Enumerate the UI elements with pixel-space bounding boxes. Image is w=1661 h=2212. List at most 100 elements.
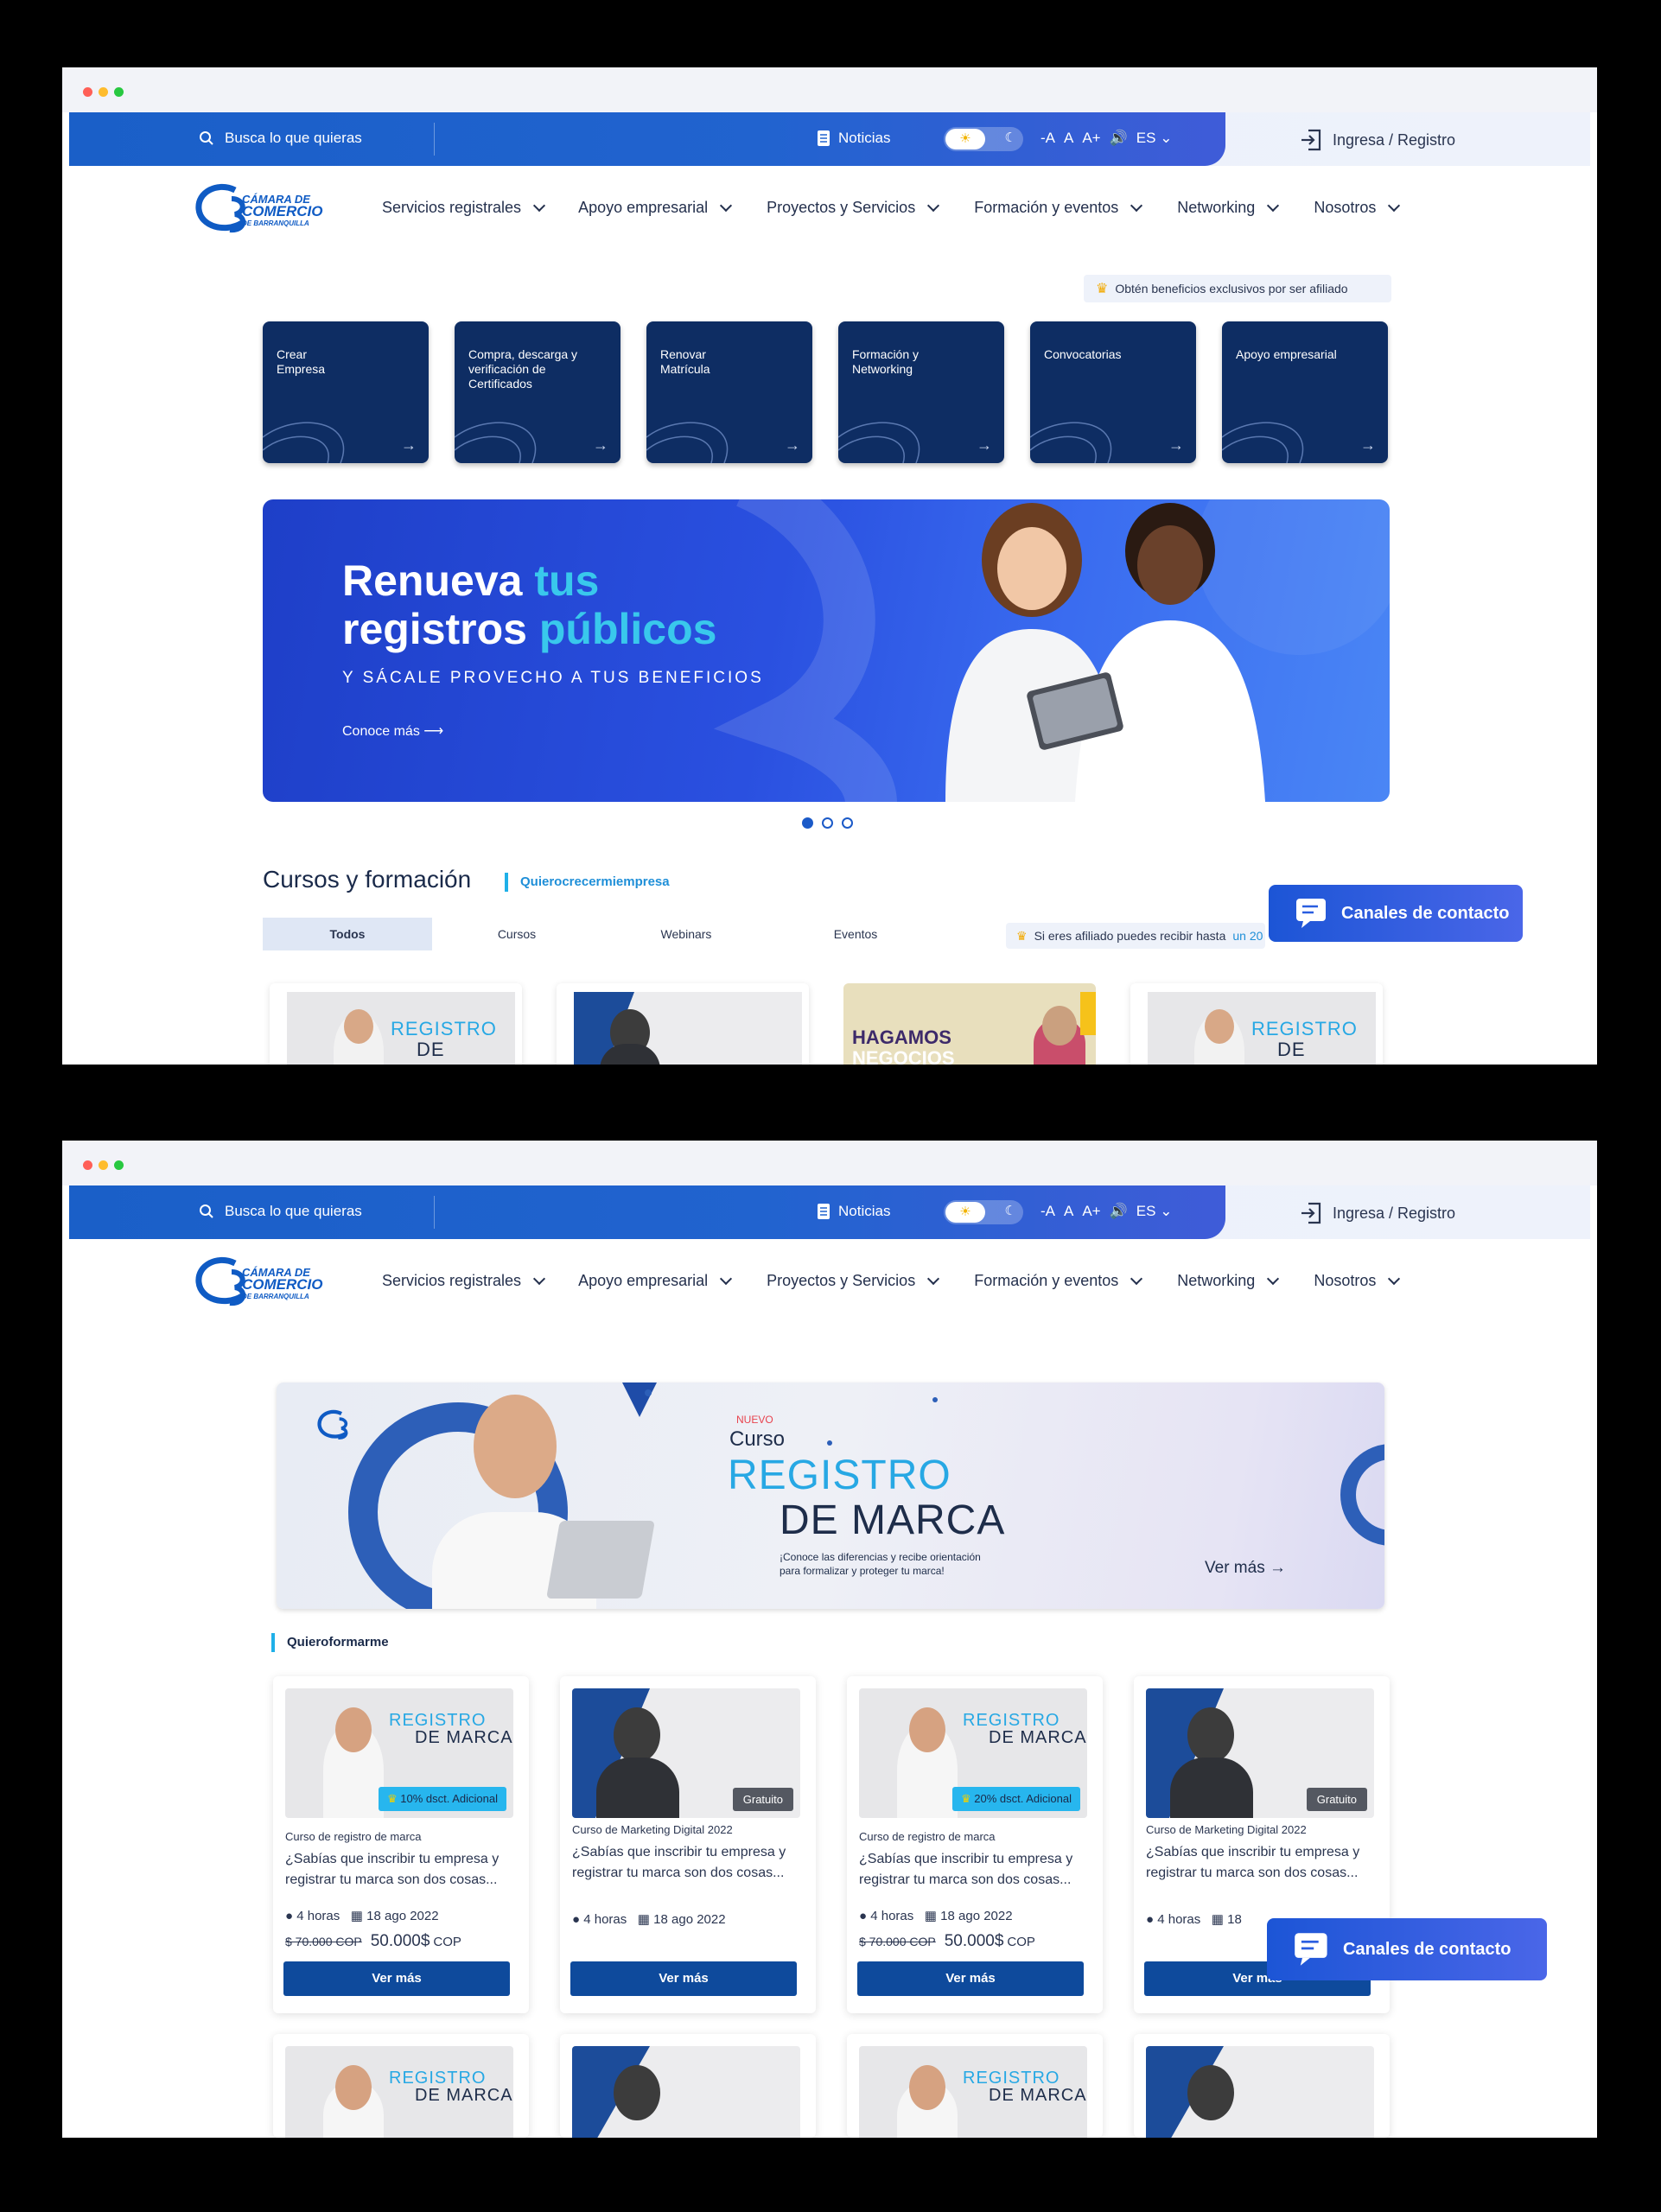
language-select[interactable]: ES ⌄ [1136, 1203, 1173, 1220]
affiliate-discount-notice[interactable]: ♛ Si eres afiliado puedes recibir hasta … [1006, 923, 1265, 949]
contact-channels-button[interactable]: Canales de contacto [1269, 885, 1523, 942]
chat-icon [1296, 899, 1326, 928]
font-normal-button[interactable]: A [1064, 1203, 1073, 1220]
theme-toggle[interactable]: ☀ ☾ [944, 127, 1023, 151]
tile-renovar-matricula[interactable]: Renovar Matrícula → [646, 321, 812, 463]
hero-banner[interactable]: Renueva tus registros públicos Y SÁCALE … [263, 499, 1390, 802]
language-select[interactable]: ES ⌄ [1136, 130, 1173, 147]
course-card-preview[interactable]: REGISTRO DE MARCA [273, 2034, 529, 2138]
course-card-preview[interactable] [560, 2034, 816, 2138]
carousel-dot-active[interactable] [802, 817, 813, 829]
carousel-dot[interactable] [842, 817, 853, 829]
ver-mas-button[interactable]: Ver más [570, 1961, 797, 1996]
banner-cta[interactable]: Ver más → [1205, 1559, 1286, 1578]
login-icon [1301, 1202, 1321, 1224]
news-link[interactable]: Noticias [818, 1203, 890, 1220]
course-card-preview[interactable]: REGISTRO DE MARCA [270, 983, 522, 1065]
discount-badge: ♛ 20% dsct. Adicional [951, 1787, 1080, 1811]
course-card[interactable]: REGISTRO DE MARCA ♛ 10% dsct. Adicional … [273, 1676, 529, 2013]
carousel-dot[interactable] [822, 817, 833, 829]
font-increase-button[interactable]: A+ [1082, 130, 1100, 147]
login-label: Ingresa / Registro [1333, 1204, 1456, 1222]
current-price: 50.000$ [944, 1932, 1004, 1950]
course-date: 18 ago 2022 [366, 1909, 439, 1923]
nav-item-servicios-registrales[interactable]: Servicios registrales [382, 1272, 546, 1290]
nav-item-apoyo-empresarial[interactable]: Apoyo empresarial [578, 199, 733, 217]
crown-icon: ♛ [960, 1792, 971, 1805]
course-description: ¿Sabías que inscribir tu empresa y regis… [859, 1852, 1073, 1887]
close-dot[interactable] [83, 87, 92, 97]
font-decrease-button[interactable]: -A [1041, 130, 1055, 147]
course-category: Curso de Marketing Digital 2022 [1146, 1823, 1307, 1836]
courses-hashtag[interactable]: Quieroformarme [271, 1633, 389, 1652]
course-thumbnail: REGISTRO DE MARCA [859, 2046, 1087, 2138]
contact-channels-button[interactable]: Canales de contacto [1267, 1918, 1547, 1980]
tile-certificados[interactable]: Compra, descarga y verificación de Certi… [455, 321, 620, 463]
ver-mas-button[interactable]: Ver más [283, 1961, 510, 1996]
course-thumbnail: REGISTRO DE MARCA ♛ 20% dsct. Adicional [859, 1688, 1087, 1818]
course-description: ¿Sabías que inscribir tu empresa y regis… [572, 1845, 786, 1880]
tile-label: Compra, descarga y verificación de Certi… [468, 347, 578, 391]
calendar-icon: ▦ [1211, 1912, 1224, 1927]
maximize-dot[interactable] [114, 1160, 124, 1170]
course-card[interactable]: REGISTRO DE MARCA ♛ 20% dsct. Adicional … [847, 1676, 1103, 2013]
minimize-dot[interactable] [99, 87, 108, 97]
affiliate-notice-text: Obtén beneficios exclusivos por ser afil… [1115, 282, 1348, 296]
login-link[interactable]: Ingresa / Registro [1300, 1201, 1455, 1225]
minimize-dot[interactable] [99, 1160, 108, 1170]
maximize-dot[interactable] [114, 87, 124, 97]
tile-convocatorias[interactable]: Convocatorias → [1030, 321, 1196, 463]
logo[interactable]: CÁMARA DE COMERCIO DE BARRANQUILLA [192, 1255, 339, 1315]
arrow-right-icon: → [1269, 1559, 1286, 1577]
nav-item-nosotros[interactable]: Nosotros [1314, 1272, 1401, 1290]
course-promo-banner[interactable]: NUEVO Curso REGISTRO DE MARCA ¡Conoce la… [277, 1382, 1384, 1609]
font-increase-button[interactable]: A+ [1082, 1203, 1100, 1220]
theme-toggle[interactable]: ☀ ☾ [944, 1200, 1023, 1224]
tile-crear-empresa[interactable]: Crear Empresa → [263, 321, 429, 463]
nav-item-formacion-eventos[interactable]: Formación y eventos [974, 199, 1143, 217]
tab-todos[interactable]: Todos [263, 918, 432, 950]
tab-webinars[interactable]: Webinars [601, 918, 771, 950]
nav-item-proyectos-servicios[interactable]: Proyectos y Servicios [767, 1272, 940, 1290]
course-card-preview[interactable] [557, 983, 809, 1065]
nav-item-apoyo-empresarial[interactable]: Apoyo empresarial [578, 1272, 733, 1290]
course-card-preview[interactable]: HAGAMOS NEGOCIOS [843, 983, 1096, 1065]
tab-cursos[interactable]: Cursos [432, 918, 601, 950]
nav-item-nosotros[interactable]: Nosotros [1314, 199, 1401, 217]
tile-formacion-networking[interactable]: Formación y Networking → [838, 321, 1004, 463]
search-input[interactable]: Busca lo que quieras [199, 130, 362, 147]
hero-cta-link[interactable]: Conoce más ⟶ [342, 722, 443, 740]
top-utility-bar: Busca lo que quieras Noticias ☀ ☾ -A A A… [69, 1185, 1590, 1239]
speaker-icon[interactable]: 🔊 [1110, 130, 1128, 147]
news-link[interactable]: Noticias [818, 130, 890, 147]
course-card-preview[interactable] [1134, 2034, 1390, 2138]
login-link[interactable]: Ingresa / Registro [1300, 128, 1455, 152]
course-hours: 4 horas [583, 1912, 627, 1927]
tab-eventos[interactable]: Eventos [771, 918, 940, 950]
affiliate-notice[interactable]: ♛ Obtén beneficios exclusivos por ser af… [1084, 275, 1391, 302]
logo[interactable]: CÁMARA DE COMERCIO DE BARRANQUILLA [192, 181, 339, 242]
nav-item-servicios-registrales[interactable]: Servicios registrales [382, 199, 546, 217]
hero-people-image [945, 503, 1265, 802]
close-dot[interactable] [83, 1160, 92, 1170]
font-normal-button[interactable]: A [1064, 130, 1073, 147]
calendar-icon: ▦ [924, 1909, 937, 1923]
swirl-decoration [646, 422, 729, 463]
courses-hashtag[interactable]: Quierocrecermiempresa [505, 873, 670, 892]
nav-item-networking[interactable]: Networking [1177, 1272, 1280, 1290]
nav-item-proyectos-servicios[interactable]: Proyectos y Servicios [767, 199, 940, 217]
search-input[interactable]: Busca lo que quieras [199, 1203, 362, 1220]
nav-item-formacion-eventos[interactable]: Formación y eventos [974, 1272, 1143, 1290]
speaker-icon[interactable]: 🔊 [1110, 1203, 1128, 1220]
tile-apoyo-empresarial[interactable]: Apoyo empresarial → [1222, 321, 1388, 463]
affiliate-discount-text: Si eres afiliado puedes recibir hasta [1034, 929, 1226, 943]
hero-line1-c: tus [534, 556, 600, 605]
course-meta: ● 4 horas ▦ 18 ago 2022 [859, 1908, 1013, 1923]
font-decrease-button[interactable]: -A [1041, 1203, 1055, 1220]
ver-mas-button[interactable]: Ver más [857, 1961, 1084, 1996]
course-card[interactable]: Gratuito Curso de Marketing Digital 2022… [560, 1676, 816, 2013]
arrow-right-icon: → [1360, 436, 1376, 454]
course-card-preview[interactable]: REGISTRO DE MARCA [847, 2034, 1103, 2138]
nav-item-networking[interactable]: Networking [1177, 199, 1280, 217]
course-card-preview[interactable]: REGISTRO DE MARCA [1130, 983, 1383, 1065]
